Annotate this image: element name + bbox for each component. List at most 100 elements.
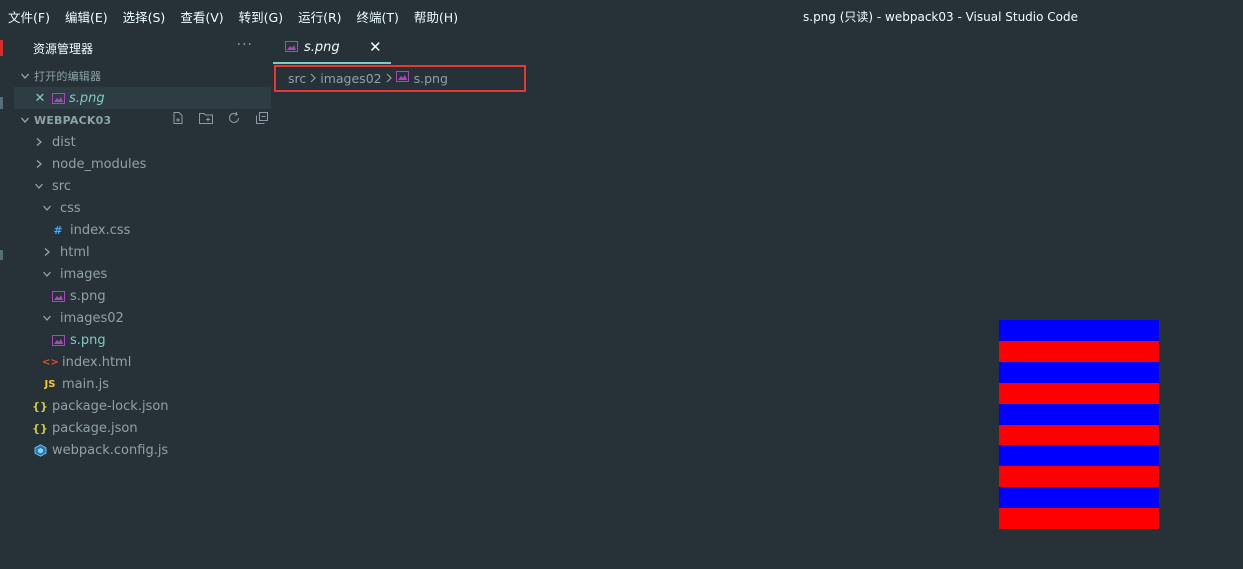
tree-file[interactable]: {} package.json (14, 417, 271, 439)
tree-file[interactable]: # index.css (14, 219, 271, 241)
image-file-icon (395, 71, 409, 86)
activity-bar-indicator (0, 40, 3, 56)
image-stripe (999, 403, 1159, 425)
tree-file[interactable]: s.png (14, 329, 271, 351)
image-file-icon (50, 290, 66, 302)
tree-item-label: html (60, 244, 90, 260)
menu-edit[interactable]: 编辑(E) (65, 7, 108, 26)
tree-item-label: s.png (70, 288, 106, 304)
more-actions-icon[interactable]: ··· (237, 37, 253, 53)
tree-file[interactable]: <> index.html (14, 351, 271, 373)
breadcrumb-src[interactable]: src (288, 71, 306, 86)
chevron-down-icon (40, 313, 54, 323)
workspace-section[interactable]: WEBPACK03 (14, 109, 271, 131)
tree-folder[interactable]: html (14, 241, 271, 263)
close-icon[interactable]: ✕ (369, 38, 382, 56)
menu-run[interactable]: 运行(R) (298, 7, 341, 26)
tree-item-label: package-lock.json (52, 398, 169, 414)
image-file-icon (50, 334, 66, 346)
image-file-icon (285, 41, 298, 56)
tree-item-label: images (60, 266, 108, 282)
image-stripe (999, 340, 1159, 362)
tree-item-label: src (52, 178, 71, 194)
chevron-down-icon (32, 181, 46, 191)
tree-folder[interactable]: images (14, 263, 271, 285)
tree-item-label: dist (52, 134, 76, 150)
tree-item-label: css (60, 200, 81, 216)
tree-folder[interactable]: css (14, 197, 271, 219)
tree-item-label: package.json (52, 420, 138, 436)
webpack-file-icon (32, 443, 48, 457)
tree-folder[interactable]: images02 (14, 307, 271, 329)
menu-view[interactable]: 查看(V) (180, 7, 223, 26)
explorer-title: 资源管理器 (33, 42, 94, 56)
open-editors-section[interactable]: 打开的编辑器 (14, 65, 271, 87)
image-file-icon (50, 92, 66, 104)
tab-s-png[interactable]: s.png ✕ (273, 34, 391, 64)
js-file-icon: JS (44, 378, 56, 390)
tree-folder[interactable]: dist (14, 131, 271, 153)
image-preview (999, 320, 1159, 530)
tree-file[interactable]: s.png (14, 285, 271, 307)
image-stripe (999, 487, 1159, 509)
tree-item-label: webpack.config.js (52, 442, 169, 458)
image-stripe (999, 445, 1159, 467)
explorer-sidebar: 资源管理器 ··· 打开的编辑器 ✕ s.png WEBPACK03 dist … (14, 34, 271, 569)
image-stripe (999, 320, 1159, 341)
tree-item-label: index.html (62, 354, 132, 370)
workspace-label: WEBPACK03 (34, 113, 112, 127)
workspace-actions (164, 109, 276, 131)
tree-item-label: main.js (62, 376, 109, 392)
open-editors-label: 打开的编辑器 (34, 70, 102, 83)
chevron-right-icon (382, 72, 396, 86)
json-file-icon: {} (32, 421, 48, 435)
image-stripe (999, 424, 1159, 446)
json-file-icon: {} (32, 399, 48, 413)
image-stripe (999, 508, 1159, 530)
tree-file[interactable]: {} package-lock.json (14, 395, 271, 417)
tab-label: s.png (304, 40, 340, 55)
tree-item-label: images02 (60, 310, 124, 326)
activity-bar-fragment (0, 97, 3, 109)
breadcrumb: src images02 s.png (274, 65, 526, 92)
breadcrumb-s-png[interactable]: s.png (414, 71, 448, 86)
title-bar: 文件(F) 编辑(E) 选择(S) 查看(V) 转到(G) 运行(R) 终端(T… (0, 0, 1243, 32)
chevron-right-icon (32, 159, 46, 169)
tree-file[interactable]: webpack.config.js (14, 439, 271, 461)
tree-item-label: index.css (70, 222, 131, 238)
css-file-icon: # (53, 223, 63, 237)
refresh-icon[interactable] (220, 111, 248, 129)
tree-folder[interactable]: src (14, 175, 271, 197)
menu-file[interactable]: 文件(F) (8, 7, 50, 26)
breadcrumb-images02[interactable]: images02 (320, 71, 381, 86)
menu-terminal[interactable]: 终端(T) (357, 7, 399, 26)
chevron-right-icon (32, 137, 46, 147)
menu-go[interactable]: 转到(G) (239, 7, 283, 26)
menu-bar: 文件(F) 编辑(E) 选择(S) 查看(V) 转到(G) 运行(R) 终端(T… (8, 0, 473, 32)
tree-file[interactable]: JS main.js (14, 373, 271, 395)
image-stripe (999, 361, 1159, 383)
chevron-down-icon (18, 71, 32, 81)
tree-item-label: node_modules (52, 156, 147, 172)
chevron-right-icon (40, 247, 54, 257)
new-folder-icon[interactable] (192, 111, 220, 129)
activity-bar-fragment (0, 250, 3, 260)
image-stripe (999, 382, 1159, 404)
html-file-icon: <> (42, 356, 59, 368)
close-icon[interactable]: ✕ (33, 91, 47, 106)
tree-item-label: s.png (70, 332, 106, 348)
chevron-right-icon (306, 72, 320, 86)
chevron-down-icon (18, 115, 32, 125)
window-title: s.png (只读) - webpack03 - Visual Studio C… (803, 10, 1078, 24)
open-editor-label: s.png (69, 90, 105, 106)
collapse-all-icon[interactable] (248, 111, 276, 129)
chevron-down-icon (40, 269, 54, 279)
explorer-header: 资源管理器 ··· (14, 34, 271, 62)
chevron-down-icon (40, 203, 54, 213)
image-stripe (999, 466, 1159, 488)
menu-selection[interactable]: 选择(S) (123, 7, 166, 26)
menu-help[interactable]: 帮助(H) (414, 7, 458, 26)
open-editor-item[interactable]: ✕ s.png (14, 87, 271, 109)
tree-folder[interactable]: node_modules (14, 153, 271, 175)
new-file-icon[interactable] (164, 111, 192, 129)
